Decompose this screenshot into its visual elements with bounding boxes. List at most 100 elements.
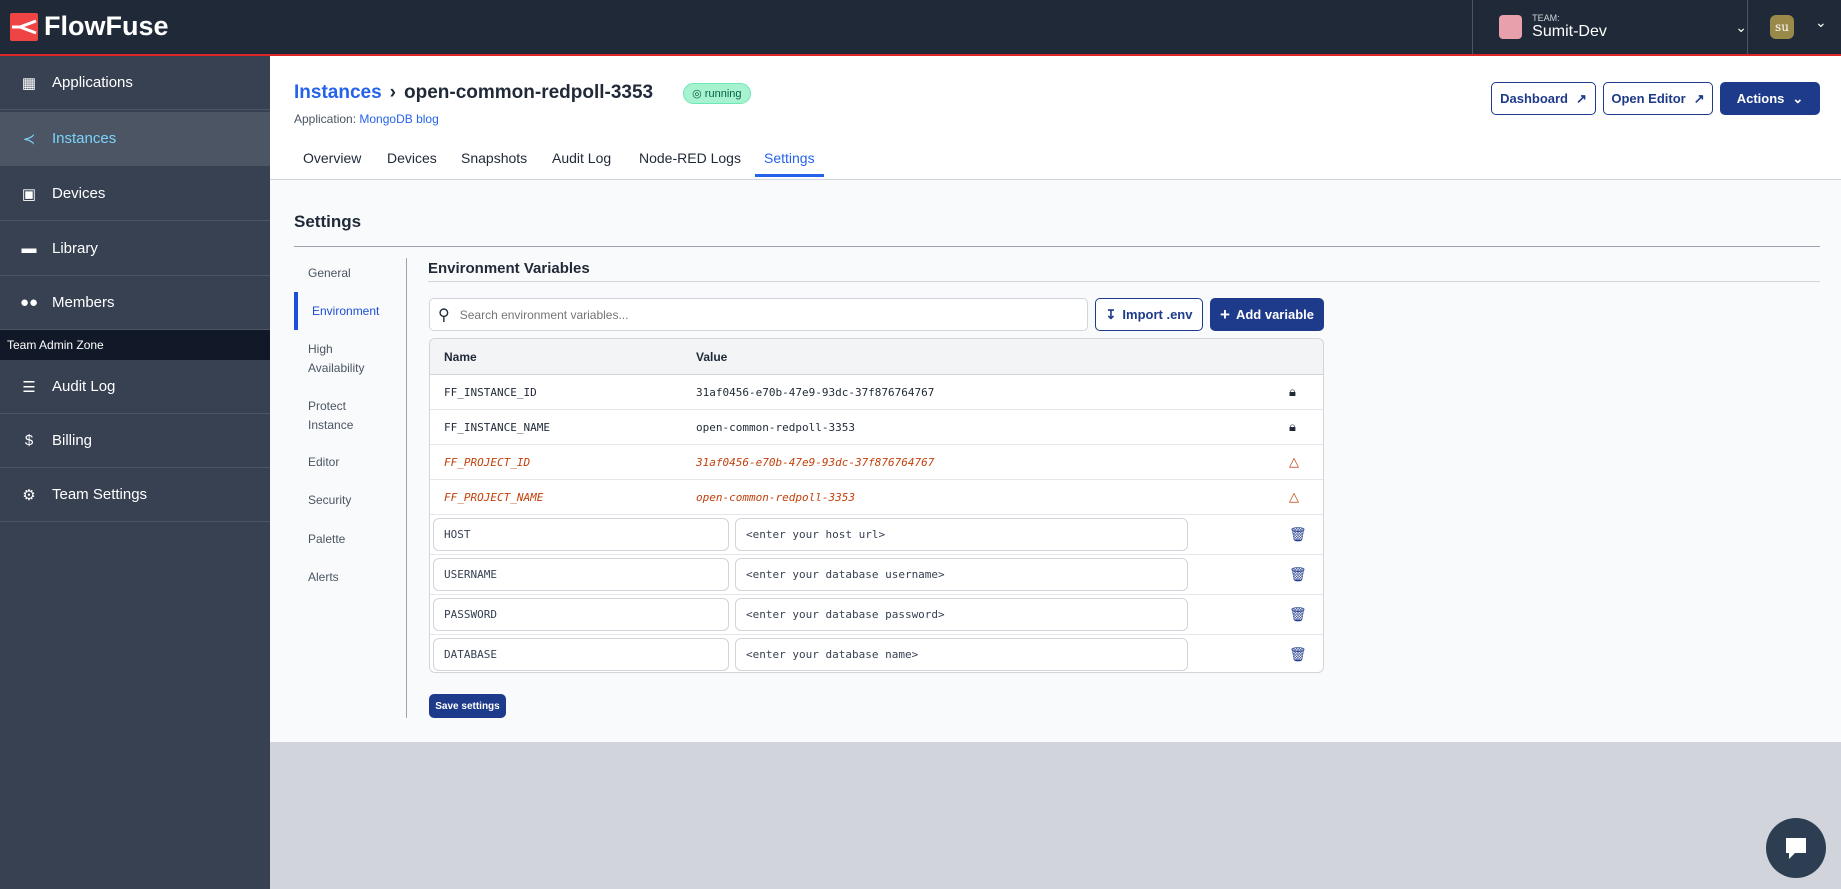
settings-nav-palette[interactable]: Palette <box>294 530 404 549</box>
sidebar-item-applications[interactable]: ▦ Applications <box>0 56 270 110</box>
plus-icon: + <box>1220 304 1230 324</box>
status-badge: ◎ running <box>683 82 751 104</box>
save-settings-button[interactable]: Save settings <box>429 694 506 718</box>
trash-icon[interactable]: 🗑︎ <box>1289 606 1307 623</box>
lock-icon: 🔒︎ <box>1289 419 1296 435</box>
flowfuse-logo[interactable]: FlowFuse <box>10 11 169 42</box>
table-header: Name Value <box>430 339 1323 375</box>
settings-nav-editor[interactable]: Editor <box>294 453 404 472</box>
var-value-input[interactable] <box>735 558 1188 591</box>
var-value: 31af0456-e70b-47e9-93dc-37f876764767 <box>696 455 935 469</box>
var-name-input[interactable] <box>433 598 729 631</box>
team-label: TEAM: <box>1532 13 1560 23</box>
sidebar-item-label: Billing <box>52 432 93 449</box>
sidebar-item-label: Applications <box>52 74 133 91</box>
user-menu-chevron-down-icon[interactable]: ⌄ <box>1815 14 1827 31</box>
warning-icon: △ <box>1289 454 1299 470</box>
table-row: FF_PROJECT_ID 31af0456-e70b-47e9-93dc-37f… <box>430 445 1323 480</box>
search-input[interactable] <box>459 307 1087 322</box>
var-name-input[interactable] <box>433 518 729 551</box>
dashboard-label: Dashboard <box>1500 91 1568 106</box>
instance-name: open-common-redpoll-3353 <box>403 82 654 103</box>
external-link-icon: ↗ <box>1693 90 1705 106</box>
column-name: Name <box>444 349 477 364</box>
team-name: Sumit-Dev <box>1532 23 1607 40</box>
add-label: Add variable <box>1235 307 1314 322</box>
breadcrumb: Instances › open-common-redpoll-3353 ◎ r… <box>294 82 751 104</box>
sidebar-item-library[interactable]: ▬ Library <box>0 222 270 276</box>
tab-snapshots[interactable]: Snapshots <box>461 150 527 176</box>
sidebar-item-label: Devices <box>52 185 106 202</box>
var-name-input[interactable] <box>433 558 729 591</box>
chat-icon <box>1786 838 1806 859</box>
chat-button[interactable] <box>1766 818 1826 878</box>
settings-nav-alerts[interactable]: Alerts <box>294 568 404 587</box>
search-box[interactable]: ⚲ <box>429 298 1088 331</box>
folder-icon: ▬ <box>21 240 37 257</box>
table-row: 🗑︎ <box>430 635 1323 672</box>
trash-icon[interactable]: 🗑︎ <box>1289 646 1307 663</box>
chevron-down-icon: ⌄ <box>1735 18 1747 35</box>
database-icon: ☰ <box>22 378 36 396</box>
var-name: FF_INSTANCE_NAME <box>444 420 550 434</box>
team-avatar <box>1499 15 1523 39</box>
sidebar-item-team-settings[interactable]: ⚙ Team Settings <box>0 468 270 522</box>
user-avatar[interactable]: su <box>1770 15 1794 39</box>
tab-node-red-logs[interactable]: Node-RED Logs <box>639 150 741 176</box>
open-editor-label: Open Editor <box>1611 91 1686 106</box>
application-line: Application: MongoDB blog <box>294 112 439 126</box>
sidebar-item-devices[interactable]: ▣ Devices <box>0 167 270 221</box>
instances-icon: ≺ <box>22 130 36 148</box>
sidebar-item-audit-log[interactable]: ☰ Audit Log <box>0 360 270 414</box>
open-editor-button[interactable]: Open Editor ↗ <box>1603 82 1713 115</box>
gear-icon: ⚙ <box>22 486 36 504</box>
add-variable-button[interactable]: + Add variable <box>1210 298 1324 331</box>
import-env-button[interactable]: ↧ Import .env <box>1095 298 1203 331</box>
breadcrumb-instances-link[interactable]: Instances <box>294 82 382 104</box>
settings-nav-general[interactable]: General <box>294 264 404 283</box>
var-value-input[interactable] <box>735 638 1188 671</box>
var-name-input[interactable] <box>433 638 729 671</box>
logo-mark-icon <box>10 12 38 41</box>
tab-audit-log[interactable]: Audit Log <box>552 150 611 176</box>
settings-nav-security[interactable]: Security <box>294 491 404 510</box>
application-link[interactable]: MongoDB blog <box>359 112 438 126</box>
sidebar-item-label: Members <box>52 294 115 311</box>
var-value-input[interactable] <box>735 518 1188 551</box>
import-label: Import .env <box>1122 307 1193 322</box>
env-vars-table: Name Value FF_INSTANCE_ID 31af0456-e70b-47… <box>429 338 1324 673</box>
var-value: open-common-redpoll-3353 <box>696 490 855 504</box>
team-selector[interactable]: TEAM: Sumit-Dev ⌄ <box>1472 0 1748 54</box>
status-text: running <box>704 87 742 100</box>
sidebar-item-members[interactable]: ●● Members <box>0 276 270 330</box>
actions-button[interactable]: Actions ⌄ <box>1720 82 1820 115</box>
file-import-icon: ↧ <box>1105 306 1117 322</box>
users-icon: ●● <box>20 294 39 311</box>
actions-label: Actions <box>1736 91 1785 106</box>
column-value: Value <box>696 349 728 364</box>
settings-nav-protect-instance[interactable]: Protect Instance <box>294 397 374 435</box>
trash-icon[interactable]: 🗑︎ <box>1289 526 1307 543</box>
sidebar-item-label: Instances <box>52 130 117 147</box>
brand-name: FlowFuse <box>44 11 169 41</box>
table-row: 🗑︎ <box>430 555 1323 595</box>
table-row: 🗑︎ <box>430 595 1323 635</box>
tab-overview[interactable]: Overview <box>303 150 361 176</box>
sidebar-item-label: Library <box>52 240 98 257</box>
team-admin-zone-header: Team Admin Zone <box>0 330 270 360</box>
var-value-input[interactable] <box>735 598 1188 631</box>
settings-nav-environment[interactable]: Environment <box>294 292 404 330</box>
tab-settings[interactable]: Settings <box>755 150 824 177</box>
var-name: FF_INSTANCE_ID <box>444 385 537 399</box>
var-value: open-common-redpoll-3353 <box>696 420 855 434</box>
sidebar-item-billing[interactable]: $ Billing <box>0 414 270 468</box>
tab-devices[interactable]: Devices <box>387 150 437 176</box>
settings-nav-high-availability[interactable]: High Availability <box>294 340 384 378</box>
dashboard-button[interactable]: Dashboard ↗ <box>1491 82 1596 115</box>
lock-icon: 🔒︎ <box>1289 384 1296 400</box>
sidebar-item-label: Audit Log <box>52 378 116 395</box>
sidebar-item-instances[interactable]: ≺ Instances <box>0 112 270 166</box>
trash-icon[interactable]: 🗑︎ <box>1289 566 1307 583</box>
chip-icon: ▣ <box>21 185 37 203</box>
chevron-right-icon: › <box>389 82 396 103</box>
